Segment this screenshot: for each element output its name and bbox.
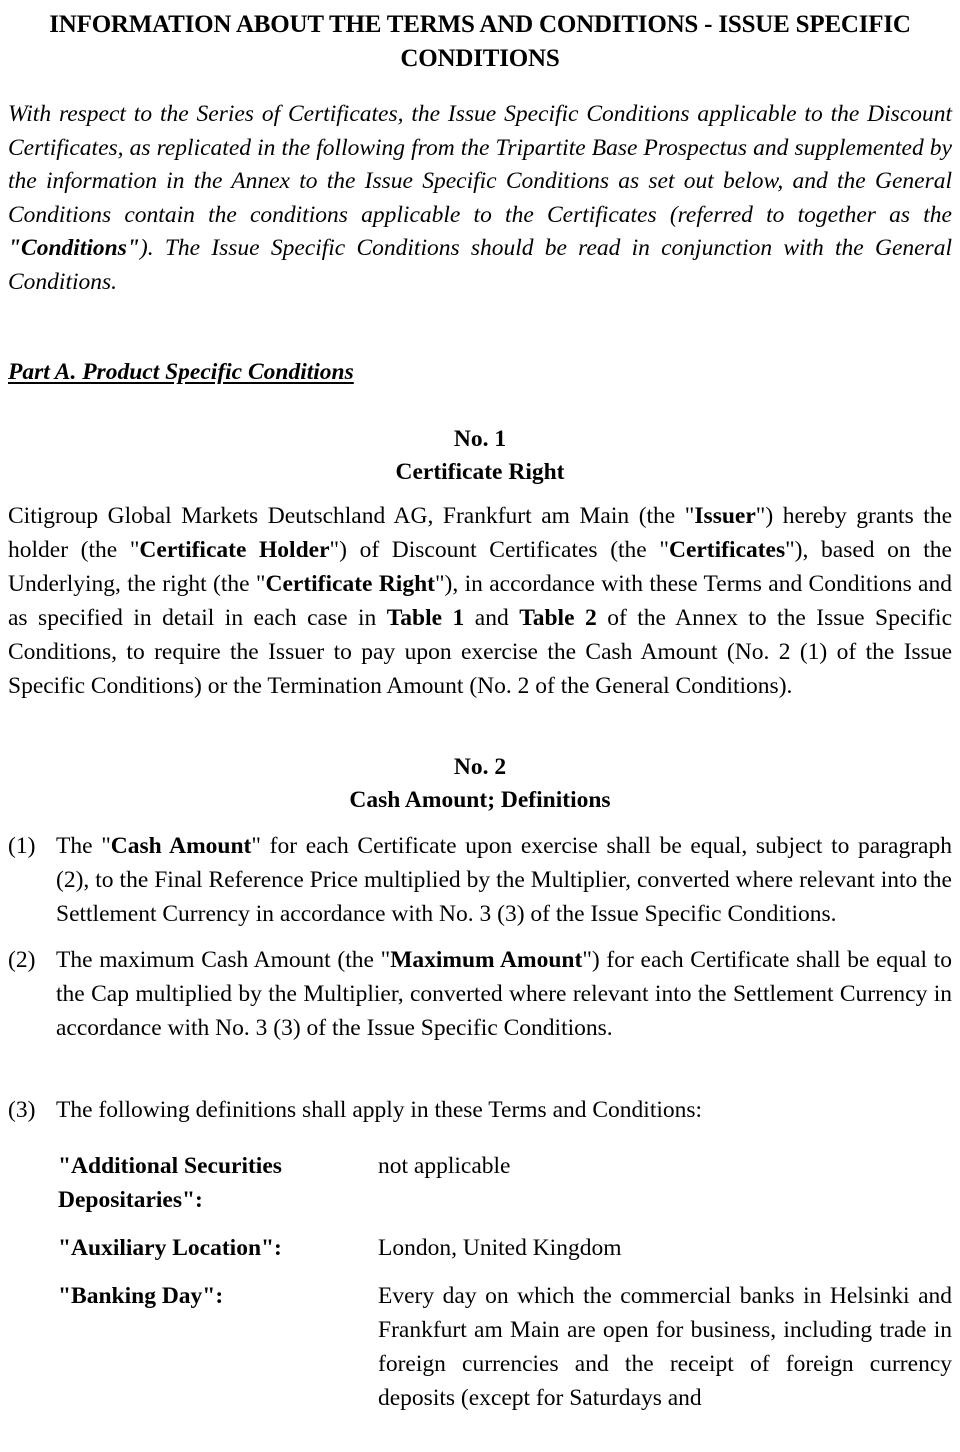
- definition-term-banking-day: "Banking Day":: [58, 1283, 224, 1309]
- definition-row: "Banking Day": Every day on which the co…: [8, 1279, 952, 1415]
- section-1-subtitle: Certificate Right: [395, 459, 565, 485]
- section-2-number: No. 2: [453, 754, 507, 780]
- definition-term-auxiliary-location: "Auxiliary Location":: [58, 1235, 282, 1261]
- intro-bold-conditions: "Conditions": [8, 235, 140, 261]
- intro-text-part1: With respect to the Series of Certificat…: [8, 101, 952, 228]
- document-content: INFORMATION ABOUT THE TERMS AND CONDITIO…: [8, 0, 952, 1429]
- s1-bold-table-2: Table 2: [519, 605, 597, 631]
- s1-bold-table-1: Table 1: [386, 605, 465, 631]
- section-2-item-3-text: The following definitions shall apply in…: [56, 1097, 703, 1123]
- s1-bold-certificate-holder: Certificate Holder: [139, 537, 330, 563]
- part-a-heading: Part A. Product Specific Conditions: [8, 357, 952, 387]
- part-a-heading-label: Part A. Product Specific Conditions: [8, 359, 354, 385]
- document-title: INFORMATION ABOUT THE TERMS AND CONDITIO…: [49, 11, 911, 72]
- definition-term-additional-securities-depositaries: "Additional Securities Depositaries":: [58, 1153, 282, 1213]
- s1-text-1: Citigroup Global Markets Deutschland AG,…: [8, 503, 695, 529]
- definitions-list: "Additional Securities Depositaries": no…: [8, 1149, 952, 1415]
- intro-paragraph: With respect to the Series of Certificat…: [8, 98, 952, 299]
- section-2-item-3: (3) The following definitions shall apply…: [8, 1093, 952, 1127]
- s2-i2-bold-maximum-amount: Maximum Amount: [390, 947, 583, 973]
- s1-bold-certificate-right: Certificate Right: [265, 571, 435, 597]
- s2-i1-text-1: The ": [56, 833, 111, 859]
- section-2-item-1: (1) The "Cash Amount" for each Certificat…: [8, 829, 952, 931]
- s2-i2-text-1: The maximum Cash Amount (the ": [56, 947, 391, 973]
- section-1-paragraph: Citigroup Global Markets Deutschland AG,…: [8, 499, 952, 703]
- s1-text-3: ") of Discount Certificates (the ": [329, 537, 669, 563]
- definition-row: "Additional Securities Depositaries": no…: [8, 1149, 952, 1217]
- s1-bold-certificates: Certificates: [668, 537, 786, 563]
- document-page: INFORMATION ABOUT THE TERMS AND CONDITIO…: [0, 0, 960, 1452]
- s1-text-6: and: [464, 605, 520, 631]
- definition-value-auxiliary-location: London, United Kingdom: [378, 1235, 622, 1261]
- section-1-number: No. 1: [453, 426, 507, 452]
- section-2-item-2-marker: (2): [8, 947, 36, 973]
- section-2-heading: No. 2 Cash Amount; Definitions: [8, 751, 952, 817]
- section-2-subtitle: Cash Amount; Definitions: [349, 787, 611, 813]
- s1-bold-issuer: Issuer: [694, 503, 756, 529]
- definition-row: "Auxiliary Location": London, United Kin…: [8, 1231, 952, 1265]
- s2-i1-bold-cash-amount: Cash Amount: [110, 833, 252, 859]
- section-1-heading: No. 1 Certificate Right: [8, 423, 952, 489]
- definition-value-banking-day: Every day on which the commercial banks …: [378, 1283, 952, 1411]
- intro-text-part2: ). The Issue Specific Conditions should …: [8, 235, 952, 295]
- definition-value-additional-securities-depositaries: not applicable: [378, 1153, 511, 1179]
- section-2-item-3-marker: (3): [8, 1097, 36, 1123]
- section-2-item-1-marker: (1): [8, 833, 36, 859]
- section-2-item-2: (2) The maximum Cash Amount (the "Maximum…: [8, 943, 952, 1045]
